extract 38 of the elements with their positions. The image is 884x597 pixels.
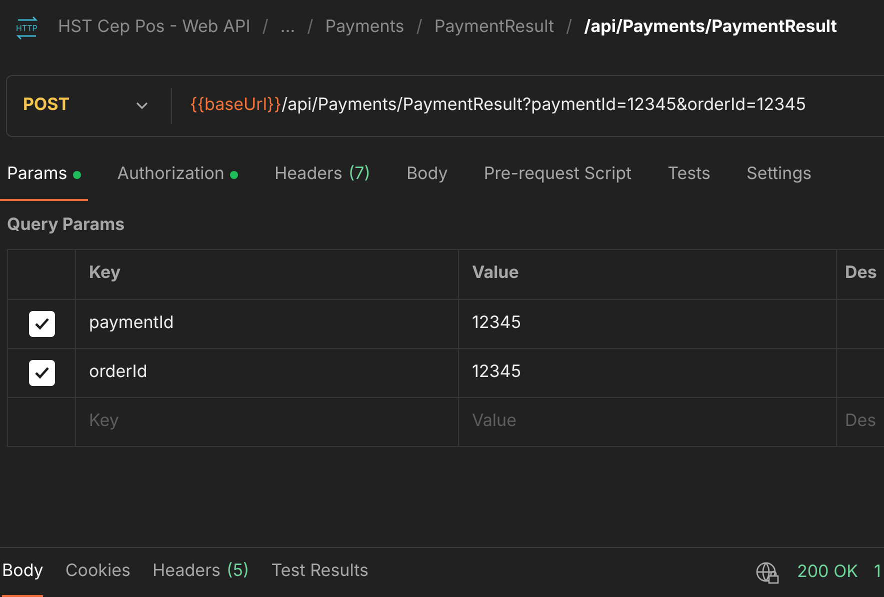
- request-tab[interactable]: Headers (7): [267, 151, 378, 201]
- table-cell: orderId: [76, 348, 459, 396]
- table-cell: paymentId: [76, 300, 459, 348]
- breadcrumb-link[interactable]: PaymentResult: [434, 14, 554, 40]
- method-dropdown[interactable]: POST: [7, 93, 157, 119]
- breadcrumb-current: /api/Payments/PaymentResult: [584, 16, 837, 39]
- column-header: Value: [459, 250, 837, 298]
- table-cell: 12345: [459, 300, 837, 348]
- response-tab[interactable]: Cookies: [65, 548, 131, 597]
- response-tab[interactable]: Body: [2, 548, 44, 597]
- globe-lock-icon: [754, 560, 779, 584]
- status-code: 200 OK: [796, 560, 858, 584]
- checkbox[interactable]: [28, 310, 54, 336]
- request-tab[interactable]: Params: [0, 151, 88, 201]
- breadcrumb-link[interactable]: HST Cep Pos - Web API: [58, 14, 250, 40]
- table-cell: 12345: [459, 348, 837, 396]
- request-tab[interactable]: Settings: [740, 151, 819, 201]
- breadcrumb-separator: /: [307, 16, 314, 39]
- chevron-down-icon: [135, 101, 149, 111]
- checkbox[interactable]: [28, 360, 54, 386]
- breadcrumb-separator: /: [416, 16, 422, 39]
- request-tab[interactable]: Body: [399, 151, 455, 201]
- request-tab[interactable]: Authorization: [110, 151, 246, 201]
- breadcrumb-separator: /: [262, 16, 268, 39]
- breadcrumb-link[interactable]: Payments: [325, 14, 404, 40]
- column-header: Key: [76, 250, 459, 298]
- checkmark-icon: [34, 366, 50, 380]
- column-header: Des: [844, 262, 878, 286]
- breadcrumb-link[interactable]: ...: [280, 14, 296, 40]
- section-title: Query Params: [6, 214, 126, 237]
- response-tab[interactable]: Headers (5): [152, 548, 250, 597]
- url-field[interactable]: {{baseUrl}}/api/Payments/PaymentResult?paymentId=12345&orderId=12345: [172, 93, 806, 119]
- request-tab[interactable]: Tests: [660, 151, 718, 201]
- response-tab[interactable]: Test Results: [271, 548, 368, 597]
- checkmark-icon: [34, 316, 50, 330]
- request-tab[interactable]: Pre-request Script: [476, 151, 639, 201]
- response-time: 1: [874, 560, 882, 584]
- breadcrumb-separator: /: [566, 16, 572, 39]
